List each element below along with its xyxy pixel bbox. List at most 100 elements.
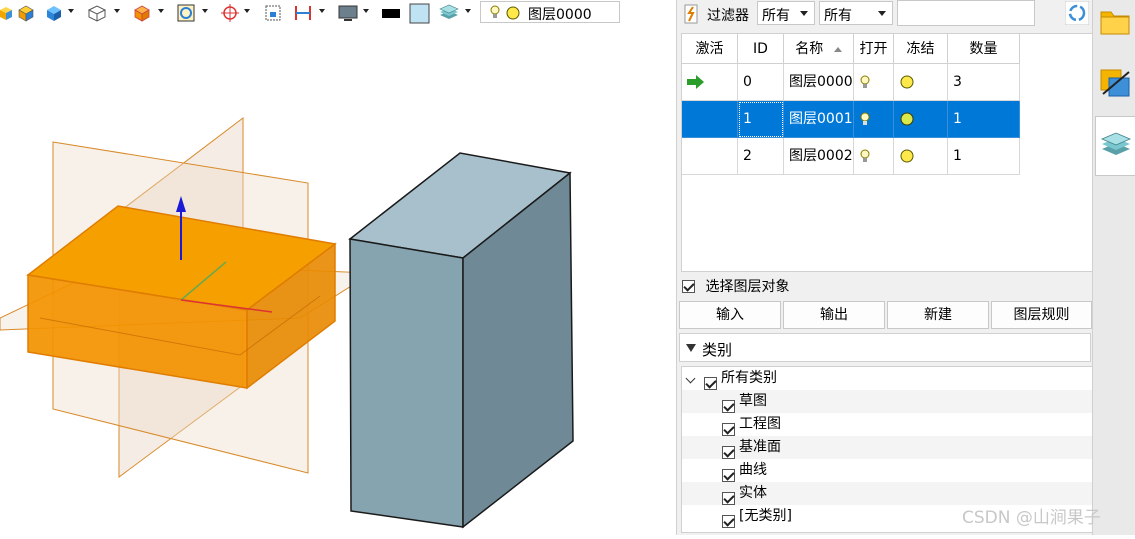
col-header-active[interactable]: 激活	[682, 34, 738, 64]
layers-icon[interactable]	[438, 3, 459, 23]
frozen-cell[interactable]	[894, 64, 948, 101]
category-checkbox[interactable]	[722, 399, 735, 413]
count-cell: 1	[948, 138, 1020, 175]
view-cube-icon[interactable]	[132, 3, 152, 23]
freeze-icon	[900, 112, 914, 126]
export-button[interactable]: 输出	[783, 301, 885, 329]
table-row[interactable]: 2 图层0002 1	[682, 138, 1020, 175]
frozen-cell[interactable]	[894, 101, 948, 138]
view-toolbar: 图层0000	[0, 0, 640, 26]
active-cell[interactable]	[682, 138, 738, 175]
tab-layers[interactable]	[1095, 116, 1135, 176]
select-layer-objects[interactable]: 选择图层对象	[682, 276, 789, 296]
select-layer-objects-label: 选择图层对象	[705, 279, 790, 295]
tree-item[interactable]: 曲线	[682, 459, 1092, 482]
col-header-open[interactable]: 打开	[854, 34, 894, 64]
select-layer-objects-checkbox[interactable]	[682, 279, 695, 293]
display-mode-icon[interactable]	[337, 3, 358, 23]
tab-assembly[interactable]	[1095, 58, 1135, 106]
table-row[interactable]: 0 图层0000 3	[682, 64, 1020, 101]
sort-up-icon	[833, 46, 842, 52]
id-cell: 1	[738, 101, 784, 138]
tree-item-label: 曲线	[739, 462, 767, 478]
model-canvas[interactable]	[0, 26, 675, 535]
col-header-id[interactable]: ID	[738, 34, 784, 64]
category-section-header[interactable]: 类别	[679, 333, 1091, 362]
layer-manager-panel: 过滤器 所有 所有 激活 ID 名称 打开 冻结 数量 0 图层0000 3 1…	[676, 0, 1093, 535]
tree-item-label: 草图	[739, 393, 767, 409]
shaded-solid-icon[interactable]	[0, 3, 16, 23]
tree-item[interactable]: 基准面	[682, 436, 1092, 459]
filter-combo-1-value: 所有	[762, 8, 790, 24]
wireframe-icon[interactable]	[86, 3, 107, 23]
name-cell: 图层0001	[784, 101, 854, 138]
filter-icon[interactable]	[683, 3, 699, 29]
import-button[interactable]: 输入	[679, 301, 781, 329]
col-header-count[interactable]: 数量	[948, 34, 1020, 64]
color-black-icon[interactable]	[381, 3, 401, 23]
category-checkbox[interactable]	[722, 491, 735, 505]
zoom-fit-icon[interactable]	[176, 3, 196, 23]
id-cell: 0	[738, 64, 784, 101]
freeze-icon	[900, 75, 914, 89]
all-categories-checkbox[interactable]	[704, 376, 717, 390]
collapse-triangle-icon[interactable]	[686, 344, 696, 352]
color-light-icon[interactable]	[409, 3, 430, 24]
active-cell[interactable]	[682, 101, 738, 138]
tree-item[interactable]: 草图	[682, 390, 1092, 413]
layer-table: 激活 ID 名称 打开 冻结 数量 0 图层0000 3 1 图层0001 1 …	[681, 33, 1093, 272]
bulb-icon	[489, 4, 501, 24]
chevron-down-icon[interactable]	[465, 9, 471, 13]
count-cell: 3	[948, 64, 1020, 101]
folder-icon	[1100, 11, 1130, 35]
open-cell[interactable]	[854, 64, 894, 101]
chevron-down-icon[interactable]	[685, 373, 696, 384]
open-cell[interactable]	[854, 138, 894, 175]
category-checkbox[interactable]	[722, 468, 735, 482]
filter-combo-2[interactable]: 所有	[819, 1, 893, 25]
tree-item-all-categories[interactable]: 所有类别	[682, 367, 1092, 390]
chevron-down-icon[interactable]	[202, 9, 208, 13]
table-row-selected[interactable]: 1 图层0001 1	[682, 101, 1020, 138]
category-checkbox[interactable]	[722, 445, 735, 459]
watermark-text: CSDN @山涧果子	[962, 508, 1101, 528]
category-checkbox[interactable]	[722, 514, 735, 528]
tree-item[interactable]: 工程图	[682, 413, 1092, 436]
col-header-frozen[interactable]: 冻结	[894, 34, 948, 64]
tree-item[interactable]: 实体	[682, 482, 1092, 505]
chevron-down-icon[interactable]	[68, 9, 74, 13]
tree-item-label: 工程图	[739, 416, 781, 432]
layers-icon	[1100, 132, 1132, 155]
chevron-down-icon[interactable]	[363, 9, 369, 13]
chevron-down-icon[interactable]	[158, 9, 164, 13]
open-cell[interactable]	[854, 101, 894, 138]
filter-search-input[interactable]	[897, 0, 1035, 26]
layer-combo[interactable]: 图层0000	[480, 1, 620, 23]
model-viewport[interactable]	[0, 26, 675, 535]
category-checkbox[interactable]	[722, 422, 735, 436]
tree-item-label: 基准面	[739, 439, 781, 455]
refresh-icon[interactable]	[1064, 0, 1090, 29]
solid-view-icon[interactable]	[44, 3, 64, 23]
id-cell: 2	[738, 138, 784, 175]
select-box-icon[interactable]	[263, 3, 283, 23]
dimension-icon[interactable]	[293, 3, 313, 23]
chevron-down-icon	[800, 11, 808, 16]
tab-folder[interactable]	[1095, 0, 1135, 48]
layer-combo-value: 图层0000	[528, 7, 592, 23]
col-header-name[interactable]: 名称	[784, 34, 854, 64]
col-header-name-label: 名称	[795, 41, 824, 57]
grey-block-solid	[348, 152, 574, 529]
crosshair-icon[interactable]	[220, 3, 240, 23]
frozen-cell[interactable]	[894, 138, 948, 175]
chevron-down-icon[interactable]	[319, 9, 325, 13]
new-layer-button[interactable]: 新建	[887, 301, 989, 329]
shaded-edges-icon[interactable]	[16, 3, 36, 23]
active-cell[interactable]	[682, 64, 738, 101]
tree-item-label: 实体	[739, 485, 767, 501]
layer-rules-button[interactable]: 图层规则	[991, 301, 1092, 329]
count-cell: 1	[948, 101, 1020, 138]
filter-combo-1[interactable]: 所有	[757, 1, 815, 25]
chevron-down-icon[interactable]	[244, 9, 250, 13]
chevron-down-icon[interactable]	[114, 9, 120, 13]
